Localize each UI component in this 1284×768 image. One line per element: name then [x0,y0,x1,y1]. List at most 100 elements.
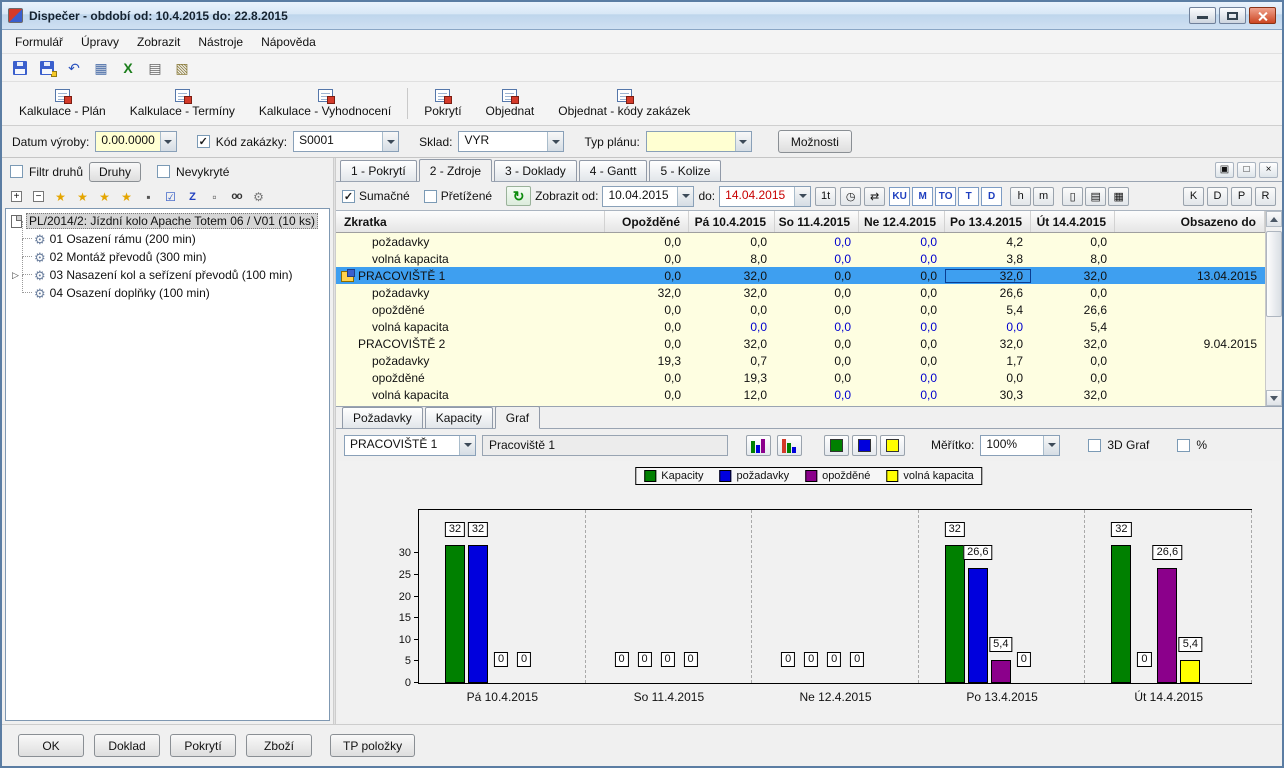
tab-graf[interactable]: Graf [495,406,540,429]
column-header-obsazeno-do[interactable]: Obsazeno do [1115,211,1265,232]
filter-button-t[interactable]: T [958,187,979,206]
kod-zakazky-combo[interactable]: S0001 [293,131,399,152]
unit-button-m[interactable]: m [1033,187,1054,206]
column-header-ut-14-4-2015[interactable]: Út 14.4.2015 [1031,211,1115,232]
range-1t-button[interactable]: 1t [815,187,836,206]
sumacne-checkbox[interactable]: ✓ [342,190,355,203]
period-button-d[interactable]: D [1207,187,1228,206]
tools-icon[interactable]: ⚙ [248,187,269,207]
chart-type-bars-icon[interactable] [746,435,771,456]
date-from-combo[interactable]: 10.04.2015 [602,186,694,207]
tree-item-03-nasazeni-kol-a-se[interactable]: ▷⚙03 Nasazení kol a seřízení převodů (10… [20,266,327,284]
table-row[interactable]: opožděné0,00,00,00,05,426,6 [336,301,1265,318]
typ-planu-dropdown-button[interactable] [735,132,751,151]
star-add-icon[interactable]: ★ [72,187,93,207]
meritko-dropdown-button[interactable] [1043,436,1059,455]
tab-2-zdroje[interactable]: 2 - Zdroje [419,159,492,182]
scroll-track[interactable] [1266,227,1282,390]
table-row[interactable]: opožděné0,019,30,00,00,00,0 [336,369,1265,386]
tab-5-kolize[interactable]: 5 - Kolize [649,160,721,182]
filter-button-to[interactable]: TO [935,187,956,206]
unit-button-h[interactable]: h [1010,187,1031,206]
series-color-button-1[interactable] [852,435,877,456]
workplace-combo[interactable]: PRACOVIŠTĚ 1 [344,435,476,456]
action-button-kalkulace-vyhodnoceni[interactable]: Kalkulace - Vyhodnocení [248,84,402,123]
close-button[interactable] [1249,7,1276,24]
tab-1-pokryti[interactable]: 1 - Pokrytí [340,160,417,182]
binoculars-icon[interactable]: oo [226,187,247,207]
action-button-pokryti[interactable]: Pokrytí [413,84,472,123]
column-header-ne-12-4-2015[interactable]: Ne 12.4.2015 [859,211,945,232]
workplace-name-field[interactable]: Pracoviště 1 [482,435,728,456]
druhy-button[interactable]: Druhy [89,162,141,182]
save-icon[interactable] [8,57,32,79]
menu-napoveda[interactable]: Nápověda [252,31,325,53]
swap-icon[interactable]: ⇄ [864,187,885,206]
datum-vyroby-combo[interactable]: 0.00.0000 [95,131,176,152]
tab-3-doklady[interactable]: 3 - Doklady [494,160,577,182]
tab-kapacity[interactable]: Kapacity [425,407,493,429]
minimize-button[interactable] [1189,7,1216,24]
typ-planu-combo[interactable] [646,131,752,152]
tree-root-item[interactable]: PL/2014/2: Jízdní kolo Apache Totem 06 /… [8,212,327,230]
datum-vyroby-dropdown-button[interactable] [160,132,176,151]
meritko-combo[interactable]: 100% [980,435,1060,456]
3d-graf-checkbox[interactable] [1088,439,1101,452]
period-button-r[interactable]: R [1255,187,1276,206]
percent-checkbox[interactable] [1177,439,1190,452]
table-row[interactable]: PRACOVIŠTĚ 20,032,00,00,032,032,09.04.20… [336,335,1265,352]
series-color-button-2[interactable] [880,435,905,456]
sort-z-icon[interactable]: Z [182,187,203,207]
table-icon[interactable]: ▦ [89,57,113,79]
close-panel-icon[interactable]: × [1259,162,1278,178]
scroll-down-button[interactable] [1266,390,1282,406]
table-row[interactable]: volná kapacita0,012,00,00,030,332,0 [336,386,1265,403]
filter-button-ku[interactable]: KU [889,187,910,206]
kod-zakazky-checkbox[interactable]: ✓ [197,135,210,148]
ok-button[interactable]: OK [18,734,84,757]
action-button-objednat-kody-zakazek[interactable]: Objednat - kódy zakázek [547,84,701,123]
save-as-icon[interactable] [35,57,59,79]
grid-scrollbar[interactable] [1265,211,1282,406]
date-from-dropdown-button[interactable] [677,187,693,206]
expand-all-icon[interactable]: + [6,187,27,207]
scroll-thumb[interactable] [1266,231,1282,317]
star-icon[interactable]: ★ [50,187,71,207]
box-icon[interactable]: ▫ [204,187,225,207]
column-header-opozdene[interactable]: Opožděné [605,211,689,232]
sklad-combo[interactable]: VYR [458,131,564,152]
filter-button-d[interactable]: D [981,187,1002,206]
moznosti-button[interactable]: Možnosti [778,130,852,153]
print-icon[interactable]: ▤ [143,57,167,79]
zbozi-button[interactable]: Zboží [246,734,312,757]
menu-formular[interactable]: Formulář [6,31,72,53]
expander-icon[interactable]: ▷ [12,270,19,281]
date-to-combo[interactable]: 14.04.2015 [719,186,811,207]
notebook-icon[interactable]: ▧ [170,57,194,79]
filtr-druhu-checkbox[interactable] [10,165,23,178]
table-row[interactable]: požadavky19,30,70,00,01,70,0 [336,352,1265,369]
titlebar[interactable]: Dispečer - období od: 10.4.2015 do: 22.8… [2,2,1282,30]
filter-button-m[interactable]: M [912,187,933,206]
undo-icon[interactable]: ↶ [62,57,86,79]
star-remove-icon[interactable]: ★ [94,187,115,207]
column-header-so-11-4-2015[interactable]: So 11.4.2015 [775,211,859,232]
excel-export-icon[interactable]: X [116,57,140,79]
kod-zakazky-dropdown-button[interactable] [382,132,398,151]
refresh-button[interactable]: ↻ [506,186,531,206]
doklad-button[interactable]: Doklad [94,734,160,757]
table-row[interactable]: PRACOVIŠTĚ 10,032,00,00,032,032,013.04.2… [336,267,1265,284]
view-day-icon[interactable]: ▯ [1062,187,1083,206]
menu-upravy[interactable]: Úpravy [72,31,128,53]
checkbox-icon[interactable]: ☑ [160,187,181,207]
clock-icon[interactable]: ◷ [840,187,861,206]
maximize-panel-icon[interactable]: □ [1237,162,1256,178]
period-button-k[interactable]: K [1183,187,1204,206]
tab-4-gantt[interactable]: 4 - Gantt [579,160,648,182]
scroll-up-button[interactable] [1266,211,1282,227]
column-header-zkratka[interactable]: Zkratka [336,211,605,232]
nevykryte-checkbox[interactable] [157,165,170,178]
column-header-po-13-4-2015[interactable]: Po 13.4.2015 [945,211,1031,232]
tab-pozadavky[interactable]: Požadavky [342,407,423,429]
action-button-kalkulace-plan[interactable]: Kalkulace - Plán [8,84,117,123]
